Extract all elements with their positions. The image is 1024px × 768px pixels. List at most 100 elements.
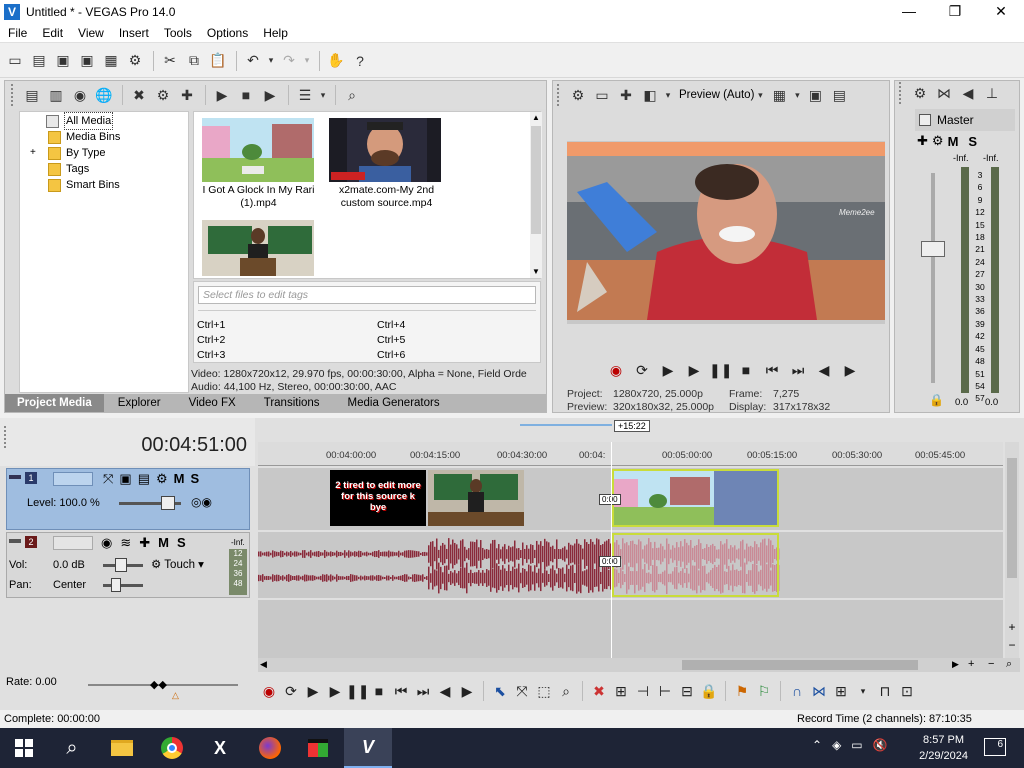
undo-icon[interactable]: ↶ [242,50,264,72]
next-frame-icon[interactable]: ▶ [839,362,861,379]
auto-crossfade-icon[interactable]: ⋈ [808,683,830,700]
menu-insert[interactable]: Insert [111,26,156,40]
tags-input[interactable]: Select files to edit tags [198,286,536,304]
tree-item-media-bins[interactable]: Media Bins [48,129,120,145]
external-monitor-icon[interactable]: ▭ [591,84,613,106]
views-dropdown-icon[interactable]: ▾ [318,84,328,106]
render-icon[interactable]: ▦ [100,50,122,72]
thumbnail-scrollbar[interactable]: ▲ ▼ [530,112,542,278]
timeline-horizontal-scrollbar[interactable]: ◀ ▶ + − ⌕ [258,658,1020,672]
tag-shortcut[interactable]: Ctrl+1 [197,319,225,331]
horizontal-zoom-in-icon[interactable]: + [968,658,974,670]
master-fx-icon[interactable]: ⚙ [932,133,944,149]
tree-item-all-media[interactable]: All Media [46,112,114,130]
master-fader[interactable] [921,241,945,257]
maximize-button[interactable]: ❐ [932,0,978,23]
panel-grip[interactable] [899,82,903,104]
panel-grip[interactable] [557,84,561,106]
master-solo-button[interactable]: S [968,134,977,149]
play-from-start-icon[interactable]: ▶ [657,362,679,379]
horizontal-zoom-out-icon[interactable]: − [988,658,994,670]
save-snapshot-icon[interactable]: ▤ [828,84,850,106]
go-to-start-icon[interactable]: ⏮ [761,362,783,379]
master-checkbox[interactable] [919,114,931,126]
panel-grip[interactable] [11,84,15,106]
envelope-tool-icon[interactable]: ⤧ [511,683,533,700]
tab-video-fx[interactable]: Video FX [175,394,250,412]
scroll-up-icon[interactable]: ▲ [530,112,542,124]
go-to-end-icon[interactable]: ⏭ [787,362,809,379]
play-icon[interactable]: ▶ [324,683,346,700]
capture-icon[interactable]: ▥ [45,84,67,106]
timeline-cursor[interactable] [611,442,612,658]
arm-record-icon[interactable]: ◉ [101,535,112,551]
next-frame-icon[interactable]: ▶ [456,683,478,700]
x-app-icon[interactable]: X [196,728,244,768]
loop-icon[interactable]: ⟳ [280,683,302,700]
invert-phase-icon[interactable]: ≋ [120,535,131,551]
new-icon[interactable]: ▭ [4,50,26,72]
file-explorer-icon[interactable] [98,728,146,768]
preview-frame[interactable]: Meme2ee [567,142,885,320]
rate-slider-thumb[interactable]: ◆◆ [150,678,167,691]
media-fx-icon[interactable]: ⚙ [152,84,174,106]
speaker-muted-icon[interactable]: 🔇 [873,738,888,752]
split-icon[interactable]: ⊟ [676,683,698,700]
remove-icon[interactable]: ✖ [128,84,150,106]
tab-media-generators[interactable]: Media Generators [334,394,454,412]
redo-icon[interactable]: ↷ [278,50,300,72]
preview-properties-icon[interactable]: ⚙ [567,84,589,106]
play-icon[interactable]: ▶ [211,84,233,106]
play-icon[interactable]: ▶ [683,362,705,379]
overlays-dropdown-icon[interactable]: ▾ [792,84,802,106]
tag-shortcut[interactable]: Ctrl+4 [377,319,405,331]
store-app-icon[interactable] [294,728,342,768]
close-button[interactable]: ✕ [978,0,1024,23]
track-mute-button[interactable]: M [174,471,185,487]
snapping-icon[interactable]: ∩ [786,683,808,699]
tag-shortcut[interactable]: Ctrl+3 [197,349,225,361]
split-screen-icon[interactable]: ◧ [639,84,661,106]
zoom-in-icon[interactable]: + [1005,620,1019,634]
volume-slider-thumb[interactable] [115,558,127,572]
plugin-icon[interactable]: ✚ [176,84,198,106]
street-clip[interactable] [612,469,779,527]
compositing-icon[interactable]: ◎◉ [191,495,212,509]
views-icon[interactable]: ☰ [294,84,316,106]
record-icon[interactable]: ◉ [605,362,627,379]
level-slider-thumb[interactable] [161,496,175,510]
properties-icon[interactable]: ⚙ [124,50,146,72]
stop-icon[interactable]: ■ [235,84,257,106]
scroll-thumb[interactable] [682,660,918,670]
loop-icon[interactable]: ⟳ [631,362,653,379]
help-icon[interactable]: ? [349,50,371,72]
menu-edit[interactable]: Edit [34,26,70,40]
tab-explorer[interactable]: Explorer [104,394,175,412]
save-icon[interactable]: ▣ [52,50,74,72]
import-media-icon[interactable]: ▤ [21,84,43,106]
tab-transitions[interactable]: Transitions [250,394,334,412]
menu-help[interactable]: Help [255,26,295,40]
media-thumbnail[interactable] [202,220,314,276]
zoom-tool-icon[interactable]: ⌕ [1006,658,1012,671]
quality-dropdown-icon[interactable]: ▾ [754,84,766,106]
lock-icon[interactable]: 🔒 [929,393,944,407]
windows-start-icon[interactable] [0,728,48,768]
selection-tool-icon[interactable]: ⬚ [533,683,555,700]
scroll-thumb[interactable] [531,126,541,234]
mixer-fx-icon[interactable]: ⊥ [981,82,1003,104]
master-mute-button[interactable]: M [948,134,959,149]
autoplay-icon[interactable]: ▶ [259,84,281,106]
vegas-taskbar-icon[interactable]: V [344,728,392,768]
shield-icon[interactable]: ◈ [832,738,841,752]
track-solo-button[interactable]: S [191,471,200,487]
go-to-start-icon[interactable]: ⏮ [390,683,412,700]
trim-icon[interactable]: ⊞ [610,683,632,700]
pause-icon[interactable]: ❚❚ [709,362,732,379]
loop-region[interactable] [520,424,612,426]
track-grip-icon[interactable] [9,539,21,543]
composite-icon[interactable]: ▣ [119,471,131,487]
classroom-clip[interactable] [428,470,524,526]
lock-icon[interactable]: 🔒 [698,683,720,700]
search-icon[interactable]: ⌕ [341,84,363,106]
